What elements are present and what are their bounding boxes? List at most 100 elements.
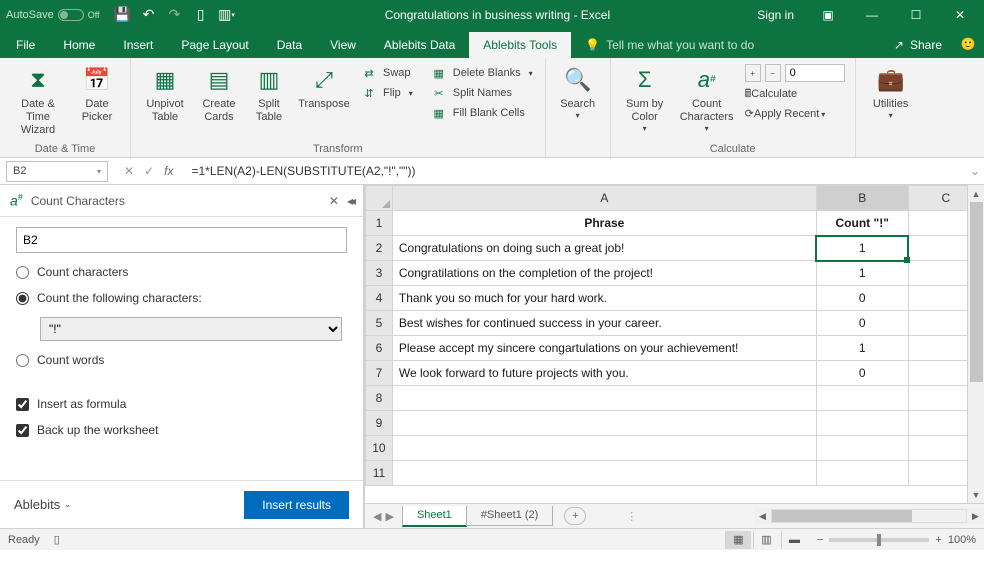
cell-b5[interactable]: 0: [816, 311, 908, 336]
radio-count-characters[interactable]: Count characters: [16, 265, 347, 279]
hscroll-thumb[interactable]: [772, 510, 912, 522]
row-header-1[interactable]: 1: [366, 211, 393, 236]
view-page-layout-icon[interactable]: ▥: [753, 531, 779, 549]
radio-count-words[interactable]: Count words: [16, 353, 347, 367]
check-insert-as-formula[interactable]: Insert as formula: [16, 397, 347, 411]
cell-a6[interactable]: Please accept my sincere congartulations…: [392, 336, 816, 361]
tab-ablebits-tools[interactable]: Ablebits Tools: [469, 32, 571, 58]
tab-page-layout[interactable]: Page Layout: [167, 32, 262, 58]
spin-up-button[interactable]: +: [745, 64, 761, 82]
row-header-9[interactable]: 9: [366, 411, 393, 436]
insert-results-button[interactable]: Insert results: [244, 491, 349, 519]
cell-a1[interactable]: Phrase: [392, 211, 816, 236]
horizontal-scrollbar[interactable]: ◀ ▶: [754, 508, 984, 524]
tab-home[interactable]: Home: [49, 32, 109, 58]
row-header-11[interactable]: 11: [366, 461, 393, 486]
feedback-smiley-icon[interactable]: 🙂: [954, 30, 982, 58]
cell-b6[interactable]: 1: [816, 336, 908, 361]
split-table-button[interactable]: ▥Split Table: [249, 62, 289, 126]
row-header-10[interactable]: 10: [366, 436, 393, 461]
zoom-out-icon[interactable]: −: [817, 534, 823, 546]
qat-more-icon[interactable]: ▥▾: [216, 4, 238, 26]
fx-icon[interactable]: fx: [164, 164, 173, 178]
scroll-thumb[interactable]: [970, 202, 983, 382]
date-picker-button[interactable]: 📅 Date Picker: [74, 62, 120, 126]
close-icon[interactable]: ✕: [942, 4, 978, 26]
row-header-7[interactable]: 7: [366, 361, 393, 386]
add-sheet-button[interactable]: +: [564, 507, 586, 525]
cell-a7[interactable]: We look forward to future projects with …: [392, 361, 816, 386]
cell-b7[interactable]: 0: [816, 361, 908, 386]
close-pane-icon[interactable]: ✕: [329, 194, 339, 208]
row-header-4[interactable]: 4: [366, 286, 393, 311]
ablebits-menu[interactable]: Ablebits ⌄: [14, 497, 71, 512]
cell-b1[interactable]: Count "!": [816, 211, 908, 236]
fill-blank-cells-button[interactable]: ▦Fill Blank Cells: [429, 104, 535, 122]
tab-ablebits-data[interactable]: Ablebits Data: [370, 32, 469, 58]
tell-me-input[interactable]: 💡 Tell me what you want to do: [571, 32, 768, 58]
macro-record-icon[interactable]: ▯: [54, 533, 60, 546]
maximize-icon[interactable]: ☐: [898, 4, 934, 26]
name-box[interactable]: B2 ▾: [6, 161, 108, 182]
delete-blanks-button[interactable]: ▦Delete Blanks▾: [429, 64, 535, 82]
cell-a5[interactable]: Best wishes for continued success in you…: [392, 311, 816, 336]
autosave-toggle[interactable]: AutoSave Off: [6, 9, 100, 21]
cell-a2[interactable]: Congratulations on doing such a great jo…: [392, 236, 816, 261]
ribbon-display-icon[interactable]: ▣: [810, 4, 846, 26]
row-header-8[interactable]: 8: [366, 386, 393, 411]
sheet-nav-prev-icon[interactable]: ◀: [373, 510, 381, 523]
check-backup-worksheet[interactable]: Back up the worksheet: [16, 423, 347, 437]
spin-down-button[interactable]: −: [765, 64, 781, 82]
unpivot-table-button[interactable]: ▦Unpivot Table: [141, 62, 189, 126]
tab-insert[interactable]: Insert: [109, 32, 167, 58]
zoom-in-icon[interactable]: +: [935, 534, 941, 546]
row-header-5[interactable]: 5: [366, 311, 393, 336]
characters-select[interactable]: "!": [40, 317, 342, 341]
radio-count-following[interactable]: Count the following characters:: [16, 291, 347, 305]
calculate-button[interactable]: 🖩Calculate: [745, 85, 845, 104]
scroll-down-icon[interactable]: ▼: [968, 486, 984, 503]
cell-a4[interactable]: Thank you so much for your hard work.: [392, 286, 816, 311]
cell-b4[interactable]: 0: [816, 286, 908, 311]
create-cards-button[interactable]: ▤Create Cards: [197, 62, 241, 126]
range-input[interactable]: [16, 227, 347, 253]
zoom-level[interactable]: 100%: [948, 534, 976, 546]
zoom-slider[interactable]: [829, 538, 929, 542]
count-characters-button[interactable]: a#Count Characters▾: [677, 62, 737, 136]
minimize-icon[interactable]: —: [854, 4, 890, 26]
expand-formula-bar-icon[interactable]: ⌄: [966, 164, 984, 178]
spin-value-input[interactable]: [785, 64, 845, 82]
sign-in-link[interactable]: Sign in: [757, 8, 794, 22]
tab-split-icon[interactable]: ⋮: [626, 510, 637, 523]
sum-by-color-button[interactable]: ΣSum by Color▾: [621, 62, 669, 136]
undo-icon[interactable]: ↶: [138, 4, 160, 26]
col-header-b[interactable]: B: [816, 186, 908, 211]
collapse-pane-icon[interactable]: ◂◂: [347, 194, 353, 208]
date-time-wizard-button[interactable]: ⧗ Date & Time Wizard: [10, 62, 66, 140]
sheet-nav-next-icon[interactable]: ▶: [385, 510, 393, 523]
enter-formula-icon[interactable]: ✓: [144, 164, 154, 178]
search-button[interactable]: 🔍Search▾: [556, 62, 600, 123]
sheet-tab-sheet1[interactable]: Sheet1: [402, 506, 467, 527]
row-header-3[interactable]: 3: [366, 261, 393, 286]
apply-recent-button[interactable]: ⟳Apply Recent▾: [745, 107, 845, 120]
row-header-6[interactable]: 6: [366, 336, 393, 361]
select-all-corner[interactable]: [366, 186, 393, 211]
vertical-scrollbar[interactable]: ▲ ▼: [967, 185, 984, 503]
flip-button[interactable]: ⇵Flip▾: [359, 84, 415, 102]
tab-view[interactable]: View: [316, 32, 370, 58]
cell-a3[interactable]: Congratilations on the completion of the…: [392, 261, 816, 286]
cancel-formula-icon[interactable]: ✕: [124, 164, 134, 178]
cell-b2[interactable]: 1: [816, 236, 908, 261]
tab-data[interactable]: Data: [263, 32, 316, 58]
spreadsheet-table[interactable]: A B C 1 Phrase Count "!" 2 Congratulatio…: [365, 185, 984, 486]
swap-button[interactable]: ⇄Swap: [359, 64, 415, 82]
view-page-break-icon[interactable]: ▬: [781, 531, 807, 549]
scroll-right-icon[interactable]: ▶: [967, 511, 984, 522]
transpose-button[interactable]: ⤢Transpose: [297, 62, 351, 113]
utilities-button[interactable]: 💼Utilities▾: [866, 62, 916, 123]
col-header-a[interactable]: A: [392, 186, 816, 211]
row-header-2[interactable]: 2: [366, 236, 393, 261]
sheet-tab-sheet1-2[interactable]: #Sheet1 (2): [466, 506, 553, 526]
save-icon[interactable]: 💾: [112, 4, 134, 26]
